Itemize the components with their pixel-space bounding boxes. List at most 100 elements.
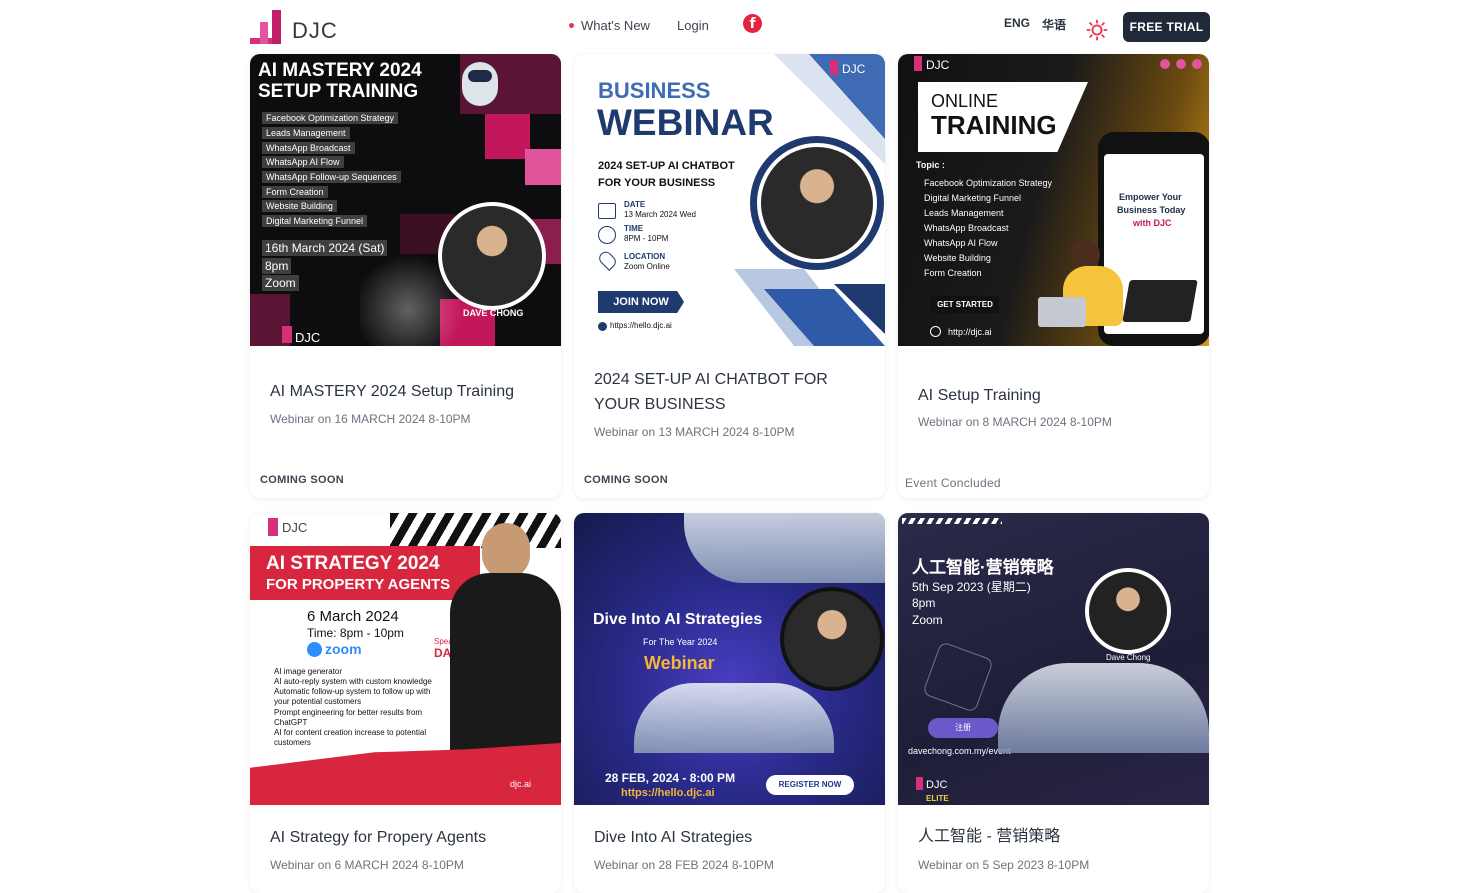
- new-indicator-dot: [569, 23, 574, 28]
- poster-bullet: your potential customers: [274, 697, 362, 706]
- event-subtitle: Webinar on 16 MARCH 2024 8-10PM: [270, 412, 471, 426]
- poster-headline: Dive Into AI Strategies: [593, 611, 763, 628]
- poster-register-button: REGISTER NOW: [766, 775, 854, 795]
- poster-item: Website Building: [262, 200, 337, 212]
- sun-icon[interactable]: [1086, 19, 1108, 41]
- event-card[interactable]: BUSINESS WEBINAR 2024 SET-UP AI CHATBOT …: [574, 54, 885, 498]
- poster-url: http://djc.ai: [948, 327, 992, 337]
- lang-chinese[interactable]: 华语: [1042, 16, 1066, 33]
- event-poster[interactable]: AI MASTERY 2024 SETUP TRAINING Facebook …: [250, 54, 561, 346]
- logo-text: DJC: [292, 18, 338, 43]
- poster-datetime: 28 FEB, 2024 - 8:00 PM: [605, 771, 736, 785]
- poster-kicker: BUSINESS: [598, 78, 711, 103]
- event-title[interactable]: Dive Into AI Strategies: [594, 825, 874, 850]
- lang-english[interactable]: ENG: [1004, 16, 1030, 30]
- facebook-icon[interactable]: f: [743, 14, 762, 33]
- phone-text: Empower Your: [1119, 192, 1182, 202]
- poster-headline: SETUP TRAINING: [258, 81, 419, 102]
- poster-topic: Form Creation: [924, 268, 982, 278]
- djc-logo[interactable]: DJC: [250, 8, 350, 44]
- poster-bullet: AI auto-reply system with custom knowled…: [274, 677, 432, 686]
- globe-icon: [598, 322, 607, 331]
- event-subtitle: Webinar on 8 MARCH 2024 8-10PM: [918, 415, 1112, 429]
- poster-time: 8pm: [262, 258, 292, 274]
- poster-topic: Digital Marketing Funnel: [924, 193, 1022, 203]
- event-card[interactable]: Dive Into AI Strategies For The Year 202…: [574, 513, 885, 893]
- poster-sub: For The Year 2024: [643, 637, 718, 647]
- poster-headline: AI STRATEGY 2024: [266, 553, 440, 574]
- top-header: DJC What's New Login f ENG 华语 FREE TRIAL: [0, 0, 1471, 52]
- event-status: COMING SOON: [584, 474, 668, 486]
- poster-date-label: DATE: [624, 200, 646, 209]
- event-poster[interactable]: BUSINESS WEBINAR 2024 SET-UP AI CHATBOT …: [574, 54, 885, 346]
- poster-time: 8PM - 10PM: [624, 234, 669, 243]
- event-card[interactable]: ONLINE TRAINING Topic : Facebook Optimiz…: [898, 54, 1209, 498]
- clock-icon: [598, 226, 616, 244]
- event-card[interactable]: AI STRATEGY 2024 FOR PROPERTY AGENTS 6 M…: [250, 513, 561, 893]
- robot-hand-illustration: [684, 513, 885, 583]
- event-title[interactable]: AI Setup Training: [918, 383, 1198, 408]
- calendar-icon: [598, 203, 616, 219]
- poster-url: https://hello.djc.ai: [621, 787, 715, 799]
- event-title[interactable]: AI Strategy for Propery Agents: [270, 825, 550, 850]
- poster-topic-label: Topic :: [916, 160, 945, 170]
- nav-login[interactable]: Login: [677, 18, 709, 33]
- poster-logo: DJC: [926, 779, 948, 791]
- poster-tagline: FOR YOUR BUSINESS: [598, 177, 716, 189]
- poster-register-button: 注册: [928, 718, 998, 738]
- poster-zoom: zoom: [325, 641, 362, 657]
- poster-date: 13 March 2024 Wed: [624, 210, 696, 219]
- poster-venue: Zoom: [912, 613, 943, 627]
- event-title[interactable]: AI MASTERY 2024 Setup Training: [270, 379, 550, 404]
- poster-time-label: TIME: [624, 224, 644, 233]
- poster-date: 5th Sep 2023 (星期二): [912, 580, 1031, 594]
- poster-item: Facebook Optimization Strategy: [262, 112, 399, 124]
- poster-item: WhatsApp Follow-up Sequences: [262, 171, 401, 183]
- speaker-photo: [780, 587, 884, 691]
- poster-topic: Website Building: [924, 253, 991, 263]
- robot-illustration: [462, 62, 498, 106]
- poster-logo: DJC: [295, 330, 321, 345]
- zoom-icon: [307, 642, 322, 657]
- event-poster[interactable]: AI STRATEGY 2024 FOR PROPERTY AGENTS 6 M…: [250, 513, 561, 805]
- event-card[interactable]: 人工智能·营销策略 5th Sep 2023 (星期二) 8pm Zoom Da…: [898, 513, 1209, 893]
- event-poster[interactable]: 人工智能·营销策略 5th Sep 2023 (星期二) 8pm Zoom Da…: [898, 513, 1209, 805]
- poster-bullet: Automatic follow-up system to follow up …: [274, 687, 431, 696]
- poster-topic: Facebook Optimization Strategy: [924, 178, 1053, 188]
- poster-bullet: AI for content creation increase to pote…: [274, 728, 427, 737]
- poster-item: Form Creation: [262, 186, 328, 198]
- nav-whats-new[interactable]: What's New: [569, 18, 650, 33]
- poster-kind: Webinar: [644, 653, 715, 673]
- free-trial-button[interactable]: FREE TRIAL: [1123, 12, 1210, 42]
- event-poster[interactable]: Dive Into AI Strategies For The Year 202…: [574, 513, 885, 805]
- event-title[interactable]: 人工智能 - 营销策略: [918, 824, 1198, 849]
- poster-headline: AI MASTERY 2024: [258, 60, 422, 81]
- poster-headline: WEBINAR: [597, 102, 774, 143]
- djc-logo-mark: [250, 10, 288, 44]
- poster-venue: Zoom: [262, 275, 299, 291]
- poster-get-started-button: GET STARTED: [931, 296, 999, 313]
- poster-item: WhatsApp AI Flow: [262, 156, 344, 168]
- robot-hand-illustration: [634, 683, 834, 753]
- speaker-photo: [1085, 568, 1171, 654]
- event-card[interactable]: AI MASTERY 2024 SETUP TRAINING Facebook …: [250, 54, 561, 498]
- poster-partner: ELITE: [926, 794, 949, 803]
- poster-kicker: ONLINE: [931, 91, 999, 111]
- robot-hand-illustration: [998, 663, 1209, 753]
- nav-whats-new-label: What's New: [581, 18, 650, 33]
- poster-time: Time: 8pm - 10pm: [307, 626, 404, 640]
- phone-text: Business Today: [1117, 205, 1186, 215]
- phone-text: with DJC: [1133, 218, 1172, 228]
- speaker-name: Dave Chong: [1106, 653, 1151, 662]
- poster-join-button: JOIN NOW: [598, 291, 684, 313]
- poster-bullet: Prompt engineering for better results fr…: [274, 708, 423, 717]
- speaker-photo: [482, 523, 530, 579]
- poster-bullet: ChatGPT: [274, 718, 308, 727]
- speaker-photo: [438, 202, 546, 310]
- event-status: COMING SOON: [260, 474, 344, 486]
- poster-headline: 人工智能·营销策略: [912, 558, 1054, 577]
- event-subtitle: Webinar on 13 MARCH 2024 8-10PM: [594, 425, 795, 439]
- event-poster[interactable]: ONLINE TRAINING Topic : Facebook Optimiz…: [898, 54, 1209, 346]
- event-title[interactable]: 2024 SET-UP AI CHATBOT FOR YOUR BUSINESS: [594, 367, 874, 417]
- poster-logo: DJC: [926, 58, 950, 72]
